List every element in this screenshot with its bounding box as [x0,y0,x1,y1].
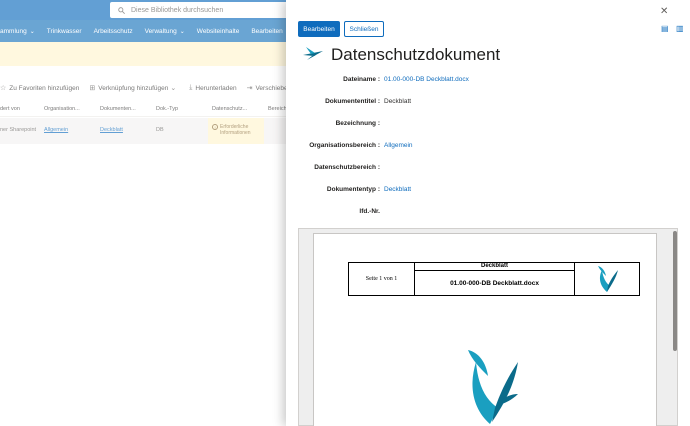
close-button[interactable]: Schließen [344,21,384,37]
document-page: Seite 1 von 1 Deckblatt 01.00-000-DB Dec… [313,233,657,426]
file-icon[interactable]: ▤ [661,24,669,33]
field-label: Dokumententyp : [326,186,380,193]
field-document-type: Dokumententyp : Deckblatt [286,186,690,198]
cover-logo [462,348,522,426]
doc-header-title: Deckblatt [415,263,575,271]
panel-overlay[interactable] [0,0,286,426]
sharepoint-page: Diese Bibliothek durchsuchen ammlung ⌄ Tr… [0,0,690,426]
field-filename: Dateiname : 01.00-000-DB Deckblatt.docx [286,76,690,88]
close-icon[interactable]: ✕ [660,6,668,17]
bird-logo-icon [598,266,618,292]
bird-logo-icon [468,350,518,424]
field-label: Datenschutzbereich : [314,164,380,171]
field-datenschutzbereich: Datenschutzbereich : [286,164,690,176]
field-label: Dokumententitel : [325,98,380,105]
header-logo [575,263,639,295]
bird-logo-icon [303,47,323,60]
panel-title: Datenschutzdokument [331,45,501,64]
field-label: lfd.-Nr. [359,208,380,215]
field-organisation: Organisationsbereich : Allgemein [286,142,690,154]
document-preview[interactable]: Seite 1 von 1 Deckblatt 01.00-000-DB Dec… [298,228,678,426]
field-value[interactable]: 01.00-000-DB Deckblatt.docx [384,76,469,83]
field-label: Dateiname : [343,76,380,83]
field-value: Deckblatt [384,98,412,105]
field-value[interactable]: Allgemein [384,142,413,149]
field-value[interactable]: Deckblatt [384,186,411,193]
field-document-title: Dokumententitel : Deckblatt [286,98,690,110]
document-header-table: Seite 1 von 1 Deckblatt 01.00-000-DB Dec… [348,262,640,296]
details-panel: ✕ Bearbeiten Schließen ▤ ▥ Datenschutzdo… [286,0,690,426]
field-label: Organisationsbereich : [309,142,380,149]
preview-scrollbar[interactable] [673,231,677,351]
file-icon[interactable]: ▥ [676,24,684,33]
field-label: Bezeichnung : [335,120,380,127]
edit-button[interactable]: Bearbeiten [298,21,340,37]
field-lfd-nr: lfd.-Nr. [286,208,690,220]
field-bezeichnung: Bezeichnung : [286,120,690,132]
page-info: Seite 1 von 1 [349,263,415,295]
doc-filename: 01.00-000-DB Deckblatt.docx [415,271,575,295]
